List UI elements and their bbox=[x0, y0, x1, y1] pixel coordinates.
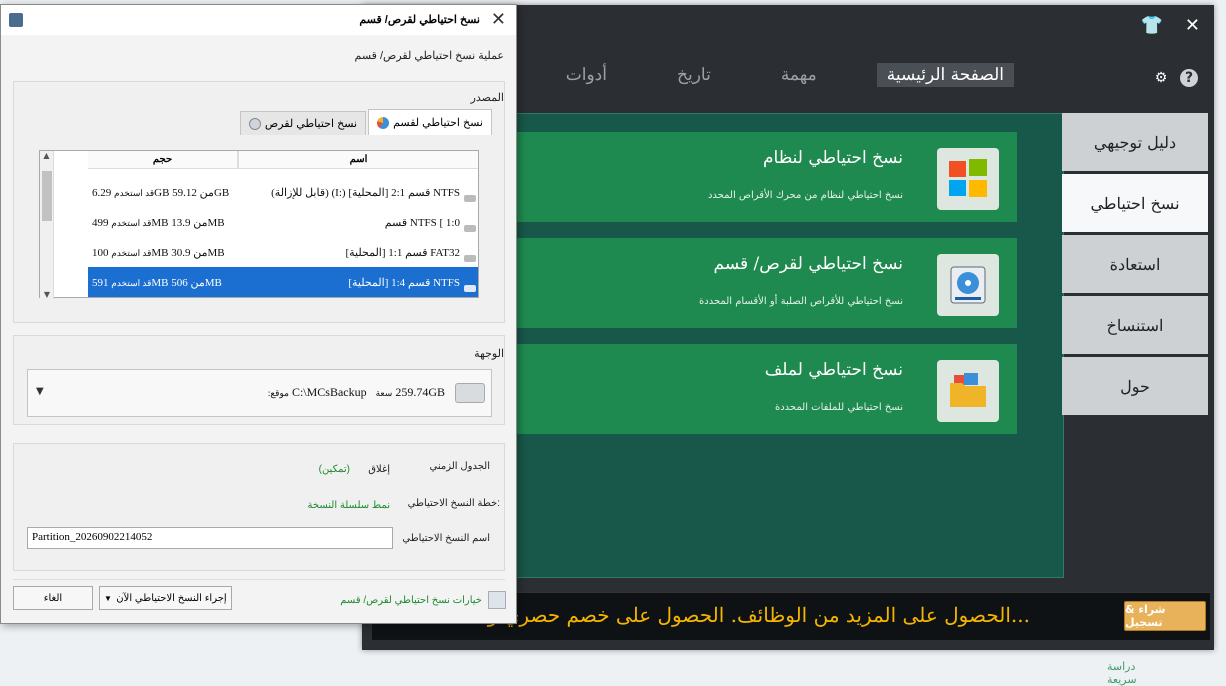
close-app-icon[interactable]: ✕ bbox=[1185, 15, 1200, 36]
file-backup-desc: نسخ احتياطي للملفات المحددة bbox=[774, 402, 903, 413]
dest-capacity-label: سعة bbox=[375, 388, 393, 398]
partition-row-selected[interactable]: قد استخدم 591MB من 506MB قسم 1:4 [المحلي… bbox=[88, 267, 478, 297]
backup-name-label: اسم النسخ الاحتياطي bbox=[402, 533, 490, 544]
row-size: 6.29GB من 59.12GB bbox=[92, 186, 230, 199]
partition-row[interactable]: قد استخدم 6.29GB من 59.12GB (قابل للإزال… bbox=[88, 177, 478, 207]
system-backup-card[interactable]: نسخ احتياطي لنظام نسخ احتياطي لنظام من م… bbox=[503, 132, 1017, 222]
dialog-title: نسخ احتياطي لقرص/ قسم bbox=[359, 14, 480, 26]
file-backup-title: نسخ احتياطي لملف bbox=[764, 360, 903, 380]
buy-register-button[interactable]: شراء & تسجيل bbox=[1124, 601, 1206, 631]
dest-size: 259.74GB bbox=[395, 385, 445, 399]
sidebar: دليل توجيهي نسخ احتياطي استعادة استنساخ … bbox=[1062, 113, 1208, 418]
chevron-down-icon[interactable]: ▼ bbox=[104, 594, 112, 603]
destination-label: الوجهة bbox=[474, 348, 504, 360]
windows-logo-icon bbox=[937, 148, 999, 210]
sidebar-item-guide[interactable]: دليل توجيهي bbox=[1062, 113, 1208, 171]
partition-icon bbox=[377, 116, 390, 129]
source-label: المصدر bbox=[470, 92, 504, 104]
scroll-thumb[interactable] bbox=[42, 171, 52, 221]
options-label: خيارات نسخ احتياطي لقرص/ قسم bbox=[340, 594, 482, 606]
dest-location-label: موقع: bbox=[267, 388, 289, 398]
tab-history[interactable]: تاريخ bbox=[667, 63, 721, 87]
backup-options-link[interactable]: خيارات نسخ احتياطي لقرص/ قسم bbox=[340, 591, 506, 609]
cancel-button[interactable]: الغاء bbox=[13, 586, 93, 610]
destination-select[interactable]: 259.74GB سعة C:\MCsBackup موقع: ▼ bbox=[27, 369, 492, 417]
partition-row[interactable]: قد استخدم 100MB من 30.9MB قسم 1:1 [المحل… bbox=[88, 237, 478, 267]
sidebar-item-backup[interactable]: نسخ احتياطي bbox=[1062, 174, 1208, 232]
hard-disk-icon bbox=[937, 254, 999, 316]
schedule-status: إغلاق bbox=[368, 464, 390, 475]
tab-disk-label: نسخ احتياطي لقرص bbox=[264, 118, 358, 130]
tab-task[interactable]: مهمة bbox=[771, 63, 827, 87]
dest-path: C:\MCsBackup bbox=[291, 385, 367, 399]
tab-partition-backup[interactable]: نسخ احتياطي لقسم bbox=[368, 109, 492, 135]
chevron-down-icon[interactable]: ▼ bbox=[36, 386, 44, 397]
backup-name-input[interactable]: Partition_20260902214052 bbox=[27, 527, 393, 549]
drive-icon bbox=[464, 254, 476, 262]
help-icon[interactable]: ? bbox=[1180, 69, 1198, 87]
disk-backup-desc: نسخ احتياطي للأقراص الصلبة أو الأقسام ال… bbox=[699, 296, 903, 307]
used-label: قد استخدم bbox=[111, 217, 152, 228]
tab-home[interactable]: الصفحة الرئيسية bbox=[876, 63, 1014, 87]
app-icon bbox=[9, 13, 23, 27]
schedule-label: الجدول الزمني bbox=[429, 461, 490, 472]
disk-partition-backup-dialog: نسخ احتياطي لقرص/ قسم ✕ عملية نسخ احتياط… bbox=[0, 4, 517, 624]
destination-text: 259.74GB سعة C:\MCsBackup موقع: bbox=[268, 385, 445, 400]
used-label: قد استخدم bbox=[111, 247, 152, 258]
settings-gear-icon[interactable]: ⚙ bbox=[1152, 69, 1170, 87]
folder-icon bbox=[937, 360, 999, 422]
drive-icon bbox=[464, 224, 476, 232]
sidebar-item-clone[interactable]: استنساخ bbox=[1062, 296, 1208, 354]
disk-icon bbox=[248, 117, 261, 130]
sidebar-item-about[interactable]: حول bbox=[1062, 357, 1208, 415]
disk-partition-backup-card[interactable]: نسخ احتياطي لقرص/ قسم نسخ احتياطي للأقرا… bbox=[503, 238, 1017, 328]
quick-study-link[interactable]: دراسة سريعة bbox=[1107, 660, 1137, 686]
schedule-enable-link[interactable]: (تمكين) bbox=[319, 464, 350, 475]
col-size-header[interactable]: حجم bbox=[88, 151, 238, 168]
row-name: قسم 1:1 [المحلية] FAT32 bbox=[345, 246, 460, 259]
drive-icon bbox=[464, 284, 476, 292]
run-backup-label: إجراء النسخ الاحتياطي الآن bbox=[116, 592, 227, 604]
dialog-subtitle: عملية نسخ احتياطي لقرص/ قسم bbox=[354, 50, 504, 62]
sidebar-item-restore[interactable]: استعادة bbox=[1062, 235, 1208, 293]
tab-tools[interactable]: أدوات bbox=[556, 63, 617, 87]
run-backup-button[interactable]: ▼ إجراء النسخ الاحتياطي الآن bbox=[99, 586, 232, 610]
backup-plan-label: خطة النسخ الاحتياطي: bbox=[407, 498, 500, 509]
partition-list: ▲ ▼ حجم اسم قد استخدم 6.29GB من 59.12GB … bbox=[39, 150, 479, 299]
file-backup-card[interactable]: نسخ احتياطي لملف نسخ احتياطي للملفات الم… bbox=[503, 344, 1017, 434]
row-name: قسم 1:4 [المحلية] NTFS bbox=[348, 276, 460, 289]
row-name: قسم NTFS [ 1:0 bbox=[384, 216, 460, 229]
backup-options-panel: نسخ احتياطي لنظام نسخ احتياطي لنظام من م… bbox=[502, 113, 1137, 686]
col-name-header[interactable]: اسم bbox=[238, 151, 478, 168]
row-name: (قابل للإزالة) (I:) قسم 2:1 [المحلية] NT… bbox=[271, 186, 460, 199]
scroll-up-icon[interactable]: ▲ bbox=[40, 151, 53, 160]
list-scrollbar[interactable]: ▲ ▼ bbox=[40, 151, 54, 299]
used-label: قد استخدم bbox=[114, 187, 155, 198]
backup-plan-link[interactable]: نمط سلسلة النسخة bbox=[308, 500, 390, 511]
system-backup-title: نسخ احتياطي لنظام bbox=[762, 148, 903, 168]
drive-icon bbox=[455, 383, 485, 403]
system-backup-desc: نسخ احتياطي لنظام من محرك الأقراص المحدد bbox=[707, 190, 903, 201]
partition-row[interactable]: قد استخدم 499MB من 13.9MB قسم NTFS [ 1:0 bbox=[88, 207, 478, 237]
options-icon bbox=[488, 591, 506, 609]
tab-disk-backup[interactable]: نسخ احتياطي لقرص bbox=[239, 111, 367, 135]
tab-partition-label: نسخ احتياطي لقسم bbox=[393, 117, 483, 129]
skin-icon[interactable]: 👕 bbox=[1140, 15, 1162, 36]
promo-text: الحصول على المزيد من الوظائف. الحصول على… bbox=[487, 603, 1030, 627]
close-icon[interactable]: ✕ bbox=[491, 9, 506, 30]
scroll-down-icon[interactable]: ▼ bbox=[40, 290, 54, 299]
used-label: قد استخدم bbox=[111, 277, 152, 288]
drive-icon bbox=[464, 194, 476, 202]
disk-backup-title: نسخ احتياطي لقرص/ قسم bbox=[713, 254, 904, 274]
